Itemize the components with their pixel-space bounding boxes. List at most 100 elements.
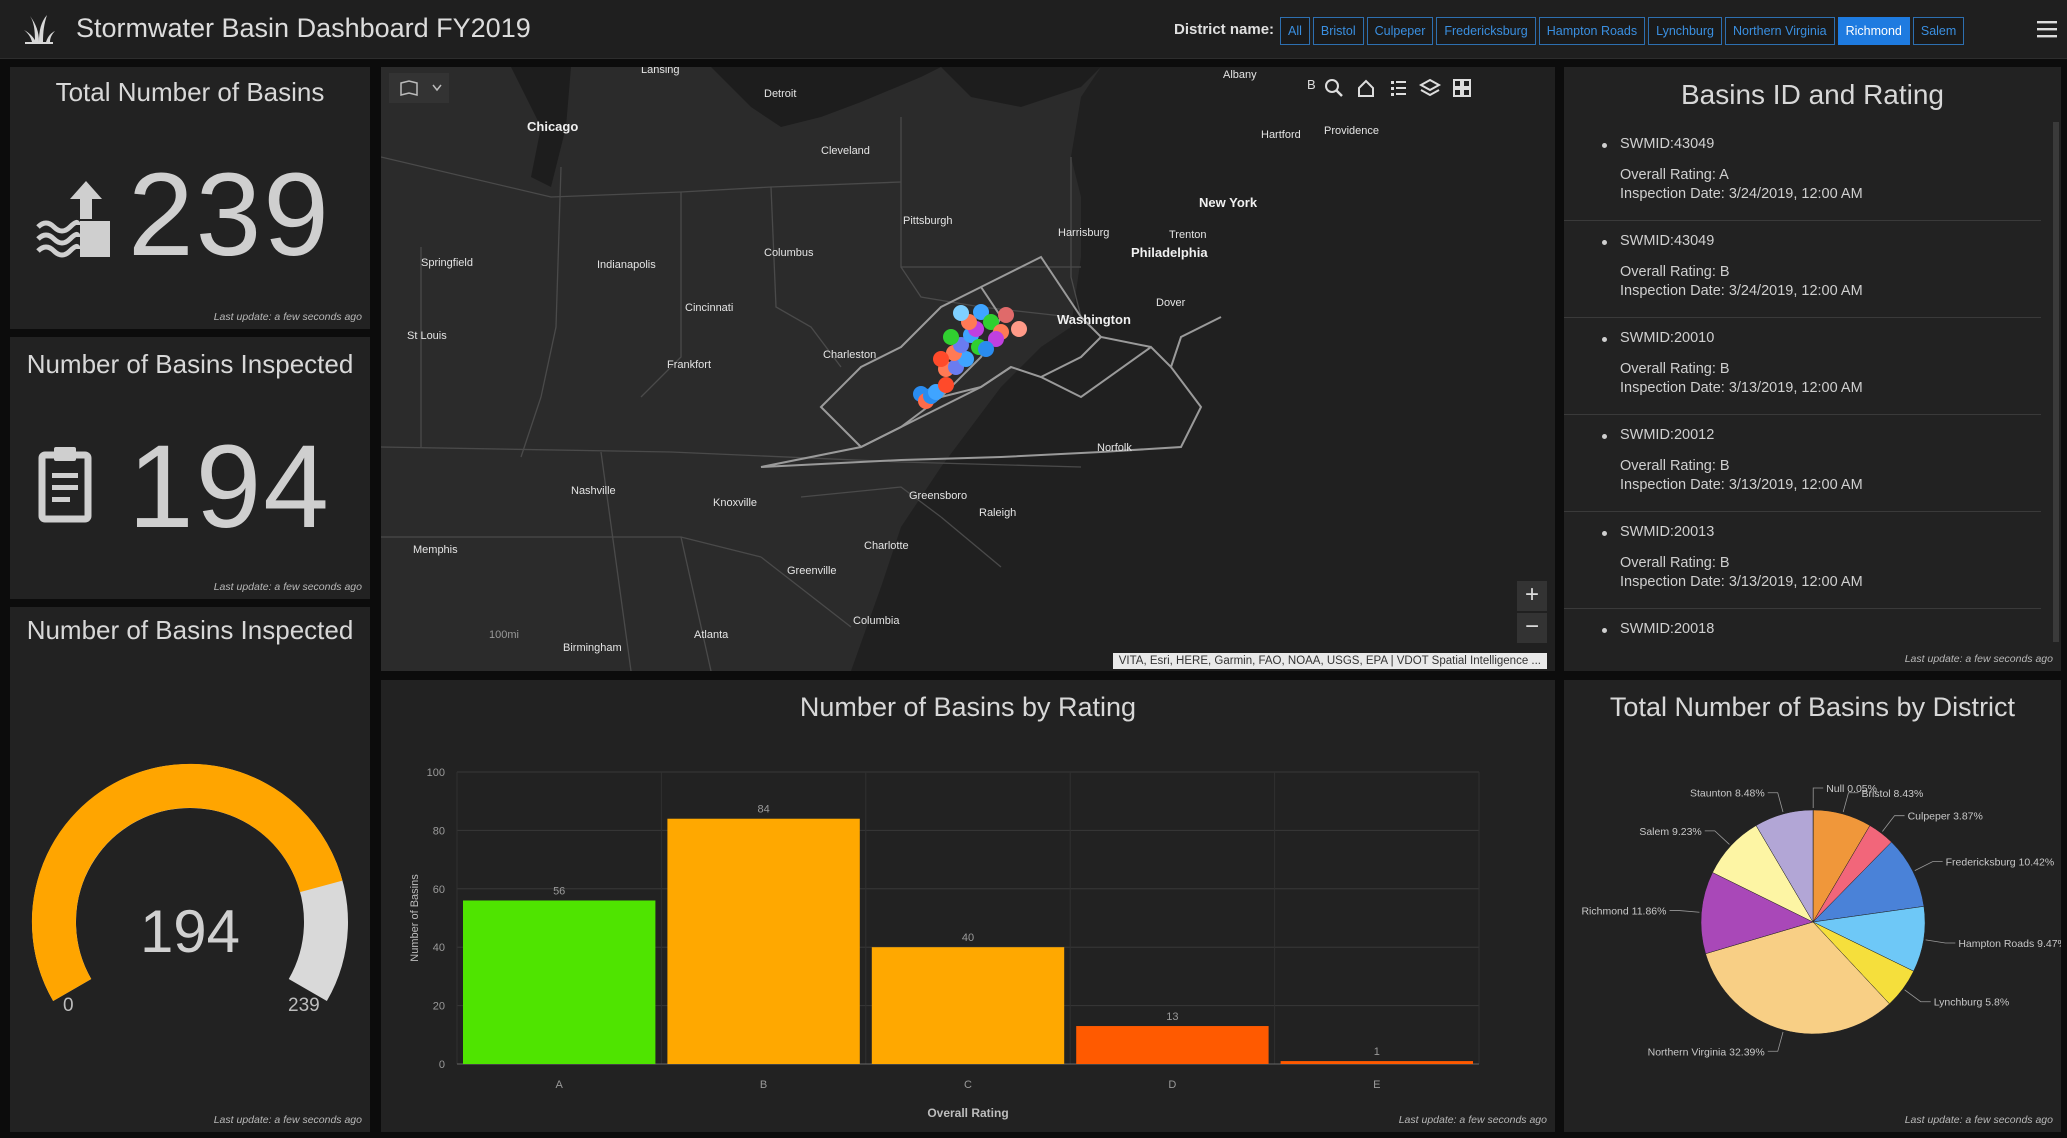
pie-slice-label: Hampton Roads 9.47% — [1958, 938, 2061, 950]
basin-id: SWMID:43049 — [1620, 136, 1715, 152]
basin-list-item[interactable]: SWMID:20012 Overall Rating: B Inspection D… — [1564, 415, 2041, 512]
pie-leader-line — [1767, 1031, 1784, 1052]
district-filter-button[interactable]: All — [1280, 17, 1310, 45]
pie-slice-label: Lynchburg 5.8% — [1934, 997, 2010, 1009]
map-search-button[interactable] — [1319, 73, 1349, 103]
basin-rating: Overall Rating: B — [1620, 361, 1730, 377]
inspection-date: Inspection Date: 3/13/2019, 12:00 AM — [1620, 477, 1863, 493]
district-filter-button[interactable]: Culpeper — [1366, 17, 1434, 45]
y-tick-label: 80 — [433, 825, 445, 837]
list-scrollbar[interactable] — [2053, 122, 2059, 642]
total-basins-value: 239 — [128, 149, 331, 281]
district-filter-label: District name: — [1174, 21, 1275, 38]
basin-list-item[interactable]: SWMID:43049 Overall Rating: A Inspection D… — [1564, 124, 2041, 221]
inspection-date: Inspection Date: 3/13/2019, 12:00 AM — [1620, 574, 1863, 590]
basin-list-item[interactable]: SWMID:20013 Overall Rating: B Inspection D… — [1564, 512, 2041, 609]
pie-slice-label: Bristol 8.43% — [1861, 788, 1923, 800]
map-panel[interactable]: Lansing Detroit Albany Chicago Cleveland… — [381, 67, 1555, 671]
basin-id: SWMID:20018 — [1620, 621, 1715, 637]
bar-value-label: 56 — [553, 885, 565, 897]
inspection-date: Inspection Date: 3/24/2019, 12:00 AM — [1620, 283, 1863, 299]
bar-value-label: 84 — [757, 804, 769, 816]
bar-chart-panel: Number of Basins by Rating 0 20 40 60 80 100 5… — [381, 680, 1555, 1132]
gauge-title: Number of Basins Inspected — [26, 615, 354, 645]
basin-list-item[interactable]: SWMID:43049 Overall Rating: B Inspection D… — [1564, 221, 2041, 318]
gauge-panel: Number of Basins Inspected 194 0 239 Las… — [10, 607, 370, 1132]
city-label: Atlanta — [694, 629, 729, 641]
last-update: Last update: a few seconds ago — [213, 1114, 362, 1126]
x-tick-label: D — [1168, 1079, 1176, 1091]
basin-id: SWMID:20012 — [1620, 427, 1715, 443]
inspected-gauge — [31, 763, 348, 1001]
inspected-basins-panel: Number of Basins Inspected 194 Last upda… — [10, 337, 370, 599]
y-tick-label: 40 — [433, 942, 445, 954]
basemap[interactable] — [381, 67, 1555, 671]
map-home-button[interactable] — [1351, 73, 1381, 103]
x-axis-label: Overall Rating — [927, 1106, 1008, 1120]
pie-slice-label: Richmond 11.86% — [1581, 906, 1666, 918]
map-legend-button[interactable] — [1383, 73, 1413, 103]
menu-icon[interactable] — [2036, 19, 2058, 39]
city-label: Greenville — [787, 565, 837, 577]
pie-slice-label: Salem 9.23% — [1639, 826, 1701, 838]
district-filter-button[interactable]: Lynchburg — [1648, 17, 1722, 45]
pie-chart-panel: Total Number of Basins by District Null … — [1564, 680, 2061, 1132]
basin-id: SWMID:20013 — [1620, 524, 1715, 540]
city-label: Columbus — [764, 247, 814, 259]
zoom-in-button[interactable]: + — [1517, 581, 1547, 611]
district-filter-button[interactable]: Salem — [1912, 17, 1965, 45]
bar-chart: 0 20 40 60 80 100 56 A 84 B 40 C 13 D 1 E Overall Rating… — [409, 767, 1480, 1120]
clipboard-icon — [38, 447, 92, 523]
city-label: Raleigh — [979, 507, 1017, 519]
district-filter-button[interactable]: Bristol — [1312, 17, 1364, 45]
city-label: Providence — [1324, 125, 1380, 137]
bullet-icon — [1602, 240, 1607, 245]
city-label: Charlotte — [864, 540, 909, 552]
city-label: Lansing — [641, 67, 680, 76]
total-basins-title: Total Number of Basins — [55, 77, 325, 107]
y-tick-label: 20 — [433, 1001, 445, 1013]
water-level-icon — [36, 181, 110, 258]
basin-list[interactable]: SWMID:43049 Overall Rating: A Inspection D… — [1564, 124, 2061, 644]
pie-slice-label: Northern Virginia 32.39% — [1648, 1046, 1765, 1058]
basin-list-item[interactable]: SWMID:20010 Overall Rating: B Inspection D… — [1564, 318, 2041, 415]
pie-leader-line — [1669, 910, 1700, 913]
district-filter-button[interactable]: Richmond — [1837, 17, 1910, 45]
basin-rating: Overall Rating: B — [1620, 264, 1730, 280]
map-basemap-button[interactable] — [1447, 73, 1477, 103]
city-label: Memphis — [413, 544, 458, 556]
city-label: Washington — [1057, 312, 1131, 327]
district-filter-button[interactable]: Hampton Roads — [1538, 17, 1646, 45]
x-tick-label: C — [964, 1079, 972, 1091]
district-filter-button[interactable]: Fredericksburg — [1436, 17, 1536, 45]
map-legend-toggle[interactable] — [389, 73, 449, 103]
basin-rating: Overall Rating: B — [1620, 458, 1730, 474]
x-tick-label: A — [556, 1079, 564, 1091]
basin-list-title: Basins ID and Rating — [1680, 79, 1945, 110]
bar — [463, 900, 656, 1064]
pie-leader-line — [1767, 792, 1784, 813]
zoom-out-button[interactable]: − — [1517, 613, 1547, 643]
pie-leader-line — [1925, 939, 1956, 944]
inspected-basins-value: 194 — [128, 421, 331, 553]
layers-icon — [1418, 78, 1442, 97]
district-filter-button[interactable]: Northern Virginia — [1725, 17, 1835, 45]
pie-leader-line — [1882, 815, 1905, 832]
inspection-date: Inspection Date: 3/24/2019, 12:00 AM — [1620, 186, 1863, 202]
last-update: Last update: a few seconds ago — [213, 311, 362, 323]
city-label: Knoxville — [713, 497, 758, 509]
pie-leader-line — [1904, 989, 1931, 1003]
city-label: Detroit — [764, 88, 797, 100]
city-label: St Louis — [407, 330, 447, 342]
app-title: Stormwater Basin Dashboard FY2019 — [76, 13, 531, 43]
city-label: New York — [1199, 195, 1258, 210]
bar-value-label: 1 — [1374, 1046, 1380, 1058]
y-axis-label: Number of Basins — [409, 874, 421, 962]
bullet-icon — [1602, 434, 1607, 439]
bullet-icon — [1602, 628, 1607, 633]
total-basins-panel: Total Number of Basins 239 Last update: … — [10, 67, 370, 329]
pie-slice-label: Fredericksburg 10.42% — [1946, 857, 2055, 869]
map-layers-button[interactable] — [1415, 73, 1445, 103]
gauge-value: 194 — [139, 898, 241, 965]
city-label: Columbia — [853, 615, 900, 627]
